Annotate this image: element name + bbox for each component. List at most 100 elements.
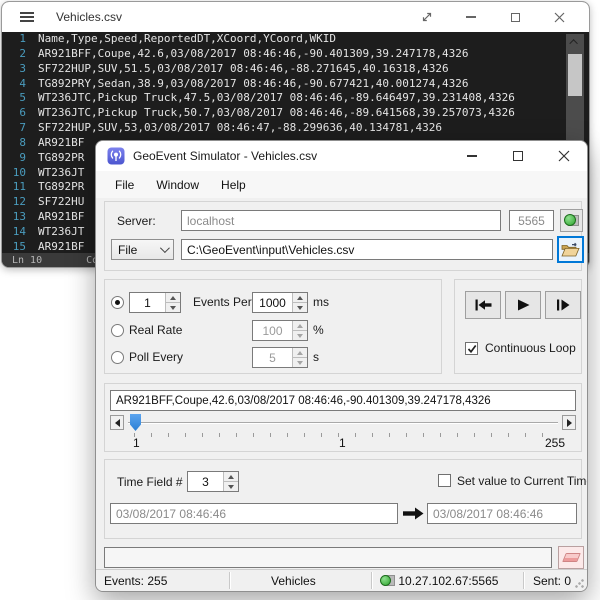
code-line: 5WT236JTC,Pickup Truck,47.5,03/08/2017 0… (2, 91, 589, 106)
events-per-label: Events Per (193, 295, 252, 309)
slider-left-button[interactable] (110, 415, 124, 430)
skip-back-icon (475, 299, 492, 311)
server-address-status: 10.27.102.67:5565 (380, 574, 498, 588)
seconds-unit-label: s (313, 350, 319, 364)
server-input[interactable] (181, 210, 501, 231)
step-icon (556, 299, 570, 311)
slider-current-label: 1 (339, 436, 346, 450)
browse-file-button[interactable] (557, 236, 584, 263)
arrow-left-icon (115, 419, 120, 427)
maximize-icon[interactable] (495, 141, 541, 171)
simulator-statusbar: Events: 255 Vehicles 10.27.102.67:5565 S… (96, 569, 587, 591)
source-time-input[interactable] (110, 503, 398, 524)
maximize-icon[interactable] (493, 2, 537, 32)
continuous-loop-checkbox[interactable] (465, 342, 478, 355)
target-time-input[interactable] (427, 503, 577, 524)
spin-up-icon[interactable] (166, 293, 180, 302)
minimize-icon[interactable] (449, 141, 495, 171)
source-type-dropdown[interactable]: File (111, 239, 174, 260)
close-icon[interactable] (541, 141, 587, 171)
real-rate-radio[interactable] (111, 324, 124, 337)
percent-unit-label: % (313, 323, 324, 337)
progress-field (104, 547, 552, 568)
step-to-start-button[interactable] (465, 291, 501, 319)
code-line: 3SF722HUP,SUV,51.5,03/08/2017 08:46:46,-… (2, 62, 589, 77)
hamburger-menu-icon[interactable] (20, 9, 34, 24)
spin-down-icon[interactable] (166, 302, 180, 312)
time-field-spinner[interactable]: 3 (187, 471, 239, 492)
sent-count-status: Sent: 0 (533, 574, 571, 588)
slider-right-button[interactable] (562, 415, 576, 430)
playback-group: Continuous Loop (454, 279, 582, 374)
rate-group: 1 Events Per 1000 ms Real Rate 100 % Pol… (104, 279, 442, 374)
clear-button[interactable] (558, 546, 584, 569)
spin-down-icon[interactable] (293, 302, 307, 312)
editor-title: Vehicles.csv (56, 10, 122, 24)
poll-spinner: 5 (252, 347, 308, 368)
scroll-up-icon[interactable] (566, 34, 584, 50)
code-line: 4TG892PRY,Sedan,38.9,03/08/2017 08:46:46… (2, 77, 589, 92)
eraser-icon (562, 553, 581, 562)
spin-down-icon[interactable] (224, 481, 238, 491)
spin-up-icon[interactable] (224, 472, 238, 481)
resize-grip[interactable] (575, 579, 584, 588)
menu-file[interactable]: File (104, 173, 145, 197)
chevron-down-icon (160, 243, 170, 253)
time-field-label: Time Field # (117, 475, 183, 489)
slider-track[interactable] (128, 422, 558, 424)
arrow-right-icon (403, 507, 424, 520)
menubar: File Window Help (96, 171, 587, 198)
code-line: 1Name,Type,Speed,ReportedDT,XCoord,YCoor… (2, 32, 589, 47)
menu-window[interactable]: Window (145, 173, 210, 197)
step-forward-button[interactable] (545, 291, 581, 319)
connect-button[interactable] (560, 209, 583, 232)
time-field-group: Time Field # 3 Set value to Current Time (104, 459, 582, 539)
slider-max-label: 255 (545, 436, 565, 450)
continuous-loop-label: Continuous Loop (485, 341, 576, 355)
scrollbar-thumb[interactable] (568, 54, 582, 96)
connection-group: Server: File (104, 201, 582, 271)
file-path-input[interactable] (181, 239, 553, 260)
set-current-time-checkbox[interactable] (438, 474, 451, 487)
simulator-title: GeoEvent Simulator - Vehicles.csv (133, 149, 317, 163)
geoevent-simulator-window: GeoEvent Simulator - Vehicles.csv File W… (95, 140, 588, 592)
ms-unit-label: ms (313, 295, 329, 309)
set-current-time-label: Set value to Current Time (457, 474, 588, 488)
arrow-right-icon (567, 419, 572, 427)
slider-min-label: 1 (133, 436, 140, 450)
play-icon (517, 299, 530, 311)
interval-spinner[interactable]: 1000 (252, 292, 308, 313)
geoevent-logo-icon (107, 147, 125, 165)
code-line: 7SF722HUP,SUV,53,03/08/2017 08:46:47,-88… (2, 121, 589, 136)
line-indicator: Ln 10 (12, 255, 42, 266)
events-per-radio[interactable] (111, 296, 124, 309)
simulation-name-status: Vehicles (271, 574, 316, 588)
preview-group: 1 1 255 (104, 383, 582, 452)
checkmark-icon (467, 344, 477, 354)
code-line: 6WT236JTC,Pickup Truck,50.7,03/08/2017 0… (2, 106, 589, 121)
play-button[interactable] (505, 291, 541, 319)
spin-up-icon[interactable] (293, 293, 307, 302)
slider-thumb[interactable] (130, 414, 141, 431)
code-line: 2AR921BFF,Coupe,42.6,03/08/2017 08:46:46… (2, 47, 589, 62)
desktop: Vehicles.csv 1Name,Type,Speed,ReportedDT… (0, 0, 600, 600)
real-rate-spinner: 100 (252, 320, 308, 341)
connected-led-icon (380, 574, 395, 587)
events-count-status: Events: 255 (104, 574, 167, 588)
minimize-icon[interactable] (449, 2, 493, 32)
port-input[interactable] (509, 210, 554, 231)
menu-help[interactable]: Help (210, 173, 257, 197)
open-folder-icon (561, 242, 580, 257)
restore-icon[interactable] (405, 2, 449, 32)
slider-ticks (134, 433, 559, 437)
editor-titlebar: Vehicles.csv (2, 2, 589, 32)
simulator-titlebar: GeoEvent Simulator - Vehicles.csv (96, 141, 587, 171)
server-label: Server: (117, 214, 156, 228)
current-event-input[interactable] (110, 390, 576, 411)
close-icon[interactable] (537, 2, 581, 32)
connected-led-icon (564, 214, 576, 226)
poll-every-label: Poll Every (129, 350, 183, 364)
real-rate-label: Real Rate (129, 323, 182, 337)
poll-every-radio[interactable] (111, 351, 124, 364)
events-count-spinner[interactable]: 1 (129, 292, 181, 313)
